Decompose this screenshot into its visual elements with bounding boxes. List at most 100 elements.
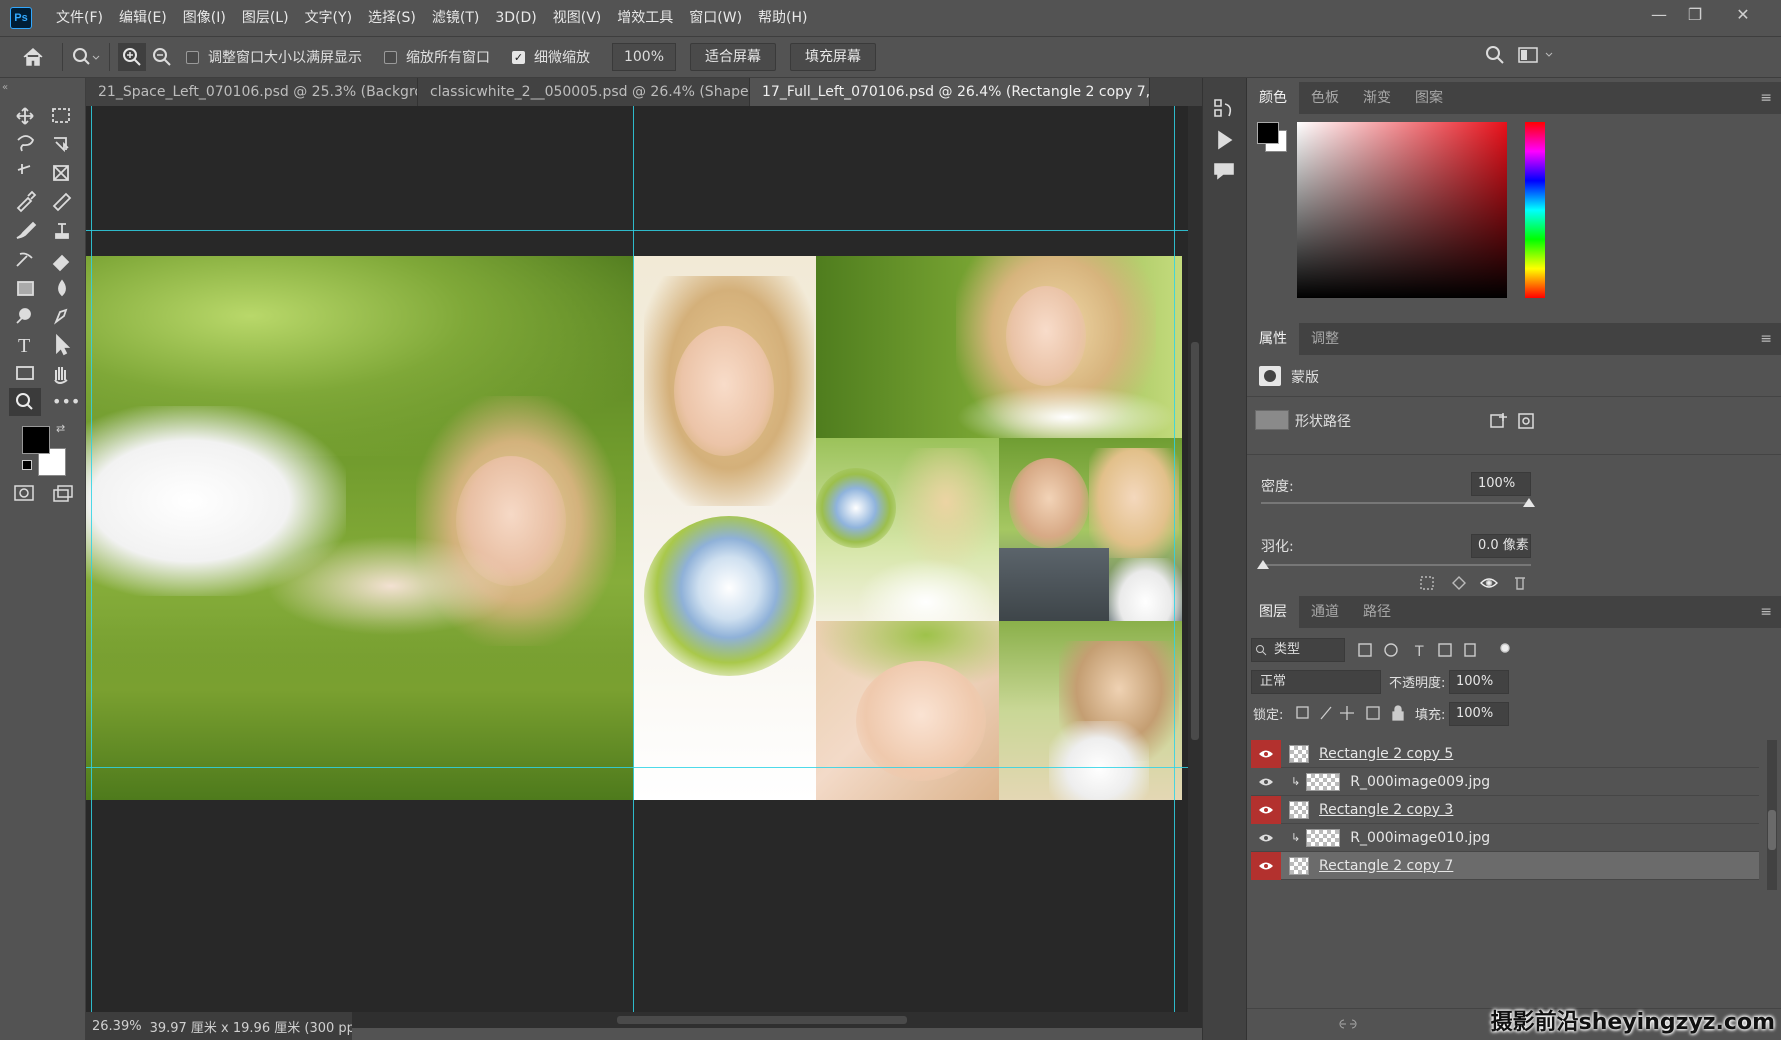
checkbox-box[interactable] [384, 50, 397, 64]
tab-swatches[interactable]: 色板 [1299, 82, 1351, 114]
tab-document-3-active[interactable]: 17_Full_Left_070106.psd @ 26.4% (Rectang… [750, 78, 1150, 106]
tab-adjustments[interactable]: 调整 [1299, 323, 1351, 355]
menu-help[interactable]: 帮助(H) [750, 0, 815, 36]
minimize-button[interactable]: — [1641, 0, 1677, 28]
panel-menu-icon[interactable]: ≡ [1760, 604, 1772, 620]
horizontal-scroll-thumb[interactable] [617, 1016, 907, 1024]
visibility-eye-icon[interactable] [1251, 768, 1281, 796]
feather-slider[interactable] [1261, 564, 1531, 566]
visibility-eye-icon[interactable] [1251, 824, 1281, 852]
guide-vertical[interactable] [91, 106, 92, 1012]
checkbox-box[interactable] [186, 50, 199, 64]
menu-edit[interactable]: 编辑(E) [111, 0, 175, 36]
layer-row-rectangle-2-copy-5[interactable]: Rectangle 2 copy 5 [1251, 739, 1759, 768]
tab-paths[interactable]: 路径 [1351, 596, 1403, 628]
color-fg-swatch[interactable] [1257, 122, 1279, 144]
visibility-eye-icon[interactable] [1251, 851, 1281, 880]
tab-label: classicwhite_2__050005.psd @ 26.4% (Shap… [430, 84, 749, 100]
watermark-logo: 摄影前沿sheyingzyz.com [1490, 1010, 1775, 1035]
layers-scrollbar[interactable] [1767, 740, 1777, 890]
feather-field[interactable]: 0.0 像素 [1471, 534, 1531, 558]
feather-slider-handle[interactable] [1257, 560, 1269, 569]
workspace-switcher[interactable] [1516, 44, 1556, 68]
layer-row-rectangle-2-copy-3[interactable]: Rectangle 2 copy 3 [1251, 795, 1759, 824]
menu-view[interactable]: 视图(V) [545, 0, 610, 36]
vertical-scroll-thumb[interactable] [1191, 342, 1199, 740]
zoom-all-windows-checkbox[interactable]: 缩放所有窗口 [384, 47, 490, 67]
color-picker-field[interactable] [1297, 122, 1507, 298]
zoom-tool-preset[interactable] [71, 36, 101, 78]
visibility-eye-icon[interactable] [1251, 739, 1281, 768]
layer-row-image009[interactable]: ↳ R_000image009.jpg [1251, 768, 1759, 796]
fill-field[interactable]: 100% [1449, 702, 1509, 726]
layer-row-image010[interactable]: ↳ R_000image010.jpg [1251, 824, 1759, 852]
tab-properties[interactable]: 属性 [1247, 323, 1299, 355]
close-button[interactable]: ✕ [1725, 0, 1761, 28]
checkbox-checked[interactable]: ✓ [512, 50, 525, 64]
apply-mask-icon [1452, 576, 1466, 590]
link-layers-icon[interactable] [1339, 1017, 1357, 1031]
layers-scroll-thumb[interactable] [1768, 810, 1776, 850]
menu-3d[interactable]: 3D(D) [487, 0, 544, 36]
opacity-field[interactable]: 100% [1449, 670, 1509, 694]
swap-colors-icon[interactable]: ⇄ [56, 422, 65, 435]
menu-type[interactable]: 文字(Y) [297, 0, 360, 36]
hue-slider[interactable] [1525, 122, 1545, 298]
menu-filter[interactable]: 滤镜(T) [424, 0, 487, 36]
menu-window[interactable]: 窗口(W) [681, 0, 750, 36]
fill-screen-button[interactable]: 填充屏幕 [790, 43, 876, 71]
horizontal-scrollbar[interactable] [352, 1012, 1202, 1028]
filter-search-icon [1256, 645, 1267, 656]
visibility-eye-icon[interactable] [1251, 795, 1281, 824]
photo-bride-grass [86, 256, 634, 800]
search-button[interactable] [1484, 44, 1508, 68]
foreground-color-swatch[interactable] [22, 426, 50, 454]
default-colors-icon[interactable] [22, 460, 32, 470]
tab-document-2[interactable]: classicwhite_2__050005.psd @ 26.4% (Shap… [418, 78, 750, 106]
pen-tool-icon [53, 308, 68, 325]
guide-vertical[interactable] [633, 106, 634, 1012]
density-slider[interactable] [1261, 502, 1531, 504]
tab-patterns[interactable]: 图案 [1403, 82, 1455, 114]
comments-panel-icon [1214, 163, 1234, 180]
status-zoom[interactable]: 26.39% [92, 1019, 142, 1034]
density-slider-handle[interactable] [1523, 498, 1535, 507]
menu-layer[interactable]: 图层(L) [234, 0, 297, 36]
tab-document-1[interactable]: 21_Space_Left_070106.psd @ 25.3% (Backgr… [86, 78, 418, 106]
stamp-tool-icon [55, 223, 69, 239]
density-field[interactable]: 100% [1471, 472, 1531, 496]
tab-color[interactable]: 颜色 [1247, 82, 1299, 114]
checkbox-label: 缩放所有窗口 [406, 50, 490, 66]
blend-mode-select[interactable]: 正常 [1251, 670, 1381, 694]
menu-plugins[interactable]: 增效工具 [609, 0, 681, 36]
scrubby-zoom-checkbox[interactable]: ✓ 细微缩放 [512, 47, 590, 67]
resize-window-checkbox[interactable]: 调整窗口大小以满屏显示 [186, 47, 362, 67]
guide-horizontal[interactable] [86, 230, 1202, 231]
type-filter-icon: T [1414, 644, 1424, 660]
history-brush-icon [16, 252, 33, 267]
vertical-scrollbar[interactable] [1188, 106, 1202, 1012]
guide-horizontal[interactable] [86, 767, 1202, 768]
zoom-value-field[interactable]: 100% [612, 43, 676, 71]
gradient-tool-icon [17, 281, 34, 296]
panel-menu-icon[interactable]: ≡ [1760, 90, 1772, 106]
document-canvas[interactable] [86, 256, 1186, 800]
menu-image[interactable]: 图像(I) [175, 0, 234, 36]
zoom-in-button[interactable] [118, 43, 146, 71]
panel-menu-icon[interactable]: ≡ [1760, 331, 1772, 347]
guide-vertical[interactable] [1174, 106, 1175, 1012]
tab-channels[interactable]: 通道 [1299, 596, 1351, 628]
home-button[interactable] [22, 36, 44, 78]
restore-button[interactable]: ❐ [1677, 0, 1713, 28]
fit-screen-button[interactable]: 适合屏幕 [690, 43, 776, 71]
lock-artboard-icon [1366, 706, 1380, 720]
move-tool-icon [16, 107, 34, 125]
layer-name: R_000image009.jpg [1350, 773, 1491, 790]
tab-layers[interactable]: 图层 [1247, 596, 1299, 628]
layer-row-rectangle-2-copy-7-selected[interactable]: Rectangle 2 copy 7 [1251, 851, 1759, 880]
menu-file[interactable]: 文件(F) [48, 0, 111, 36]
tab-gradients[interactable]: 渐变 [1351, 82, 1403, 114]
canvas-area[interactable] [86, 106, 1202, 1012]
zoom-out-button[interactable] [146, 36, 178, 78]
menu-select[interactable]: 选择(S) [360, 0, 424, 36]
